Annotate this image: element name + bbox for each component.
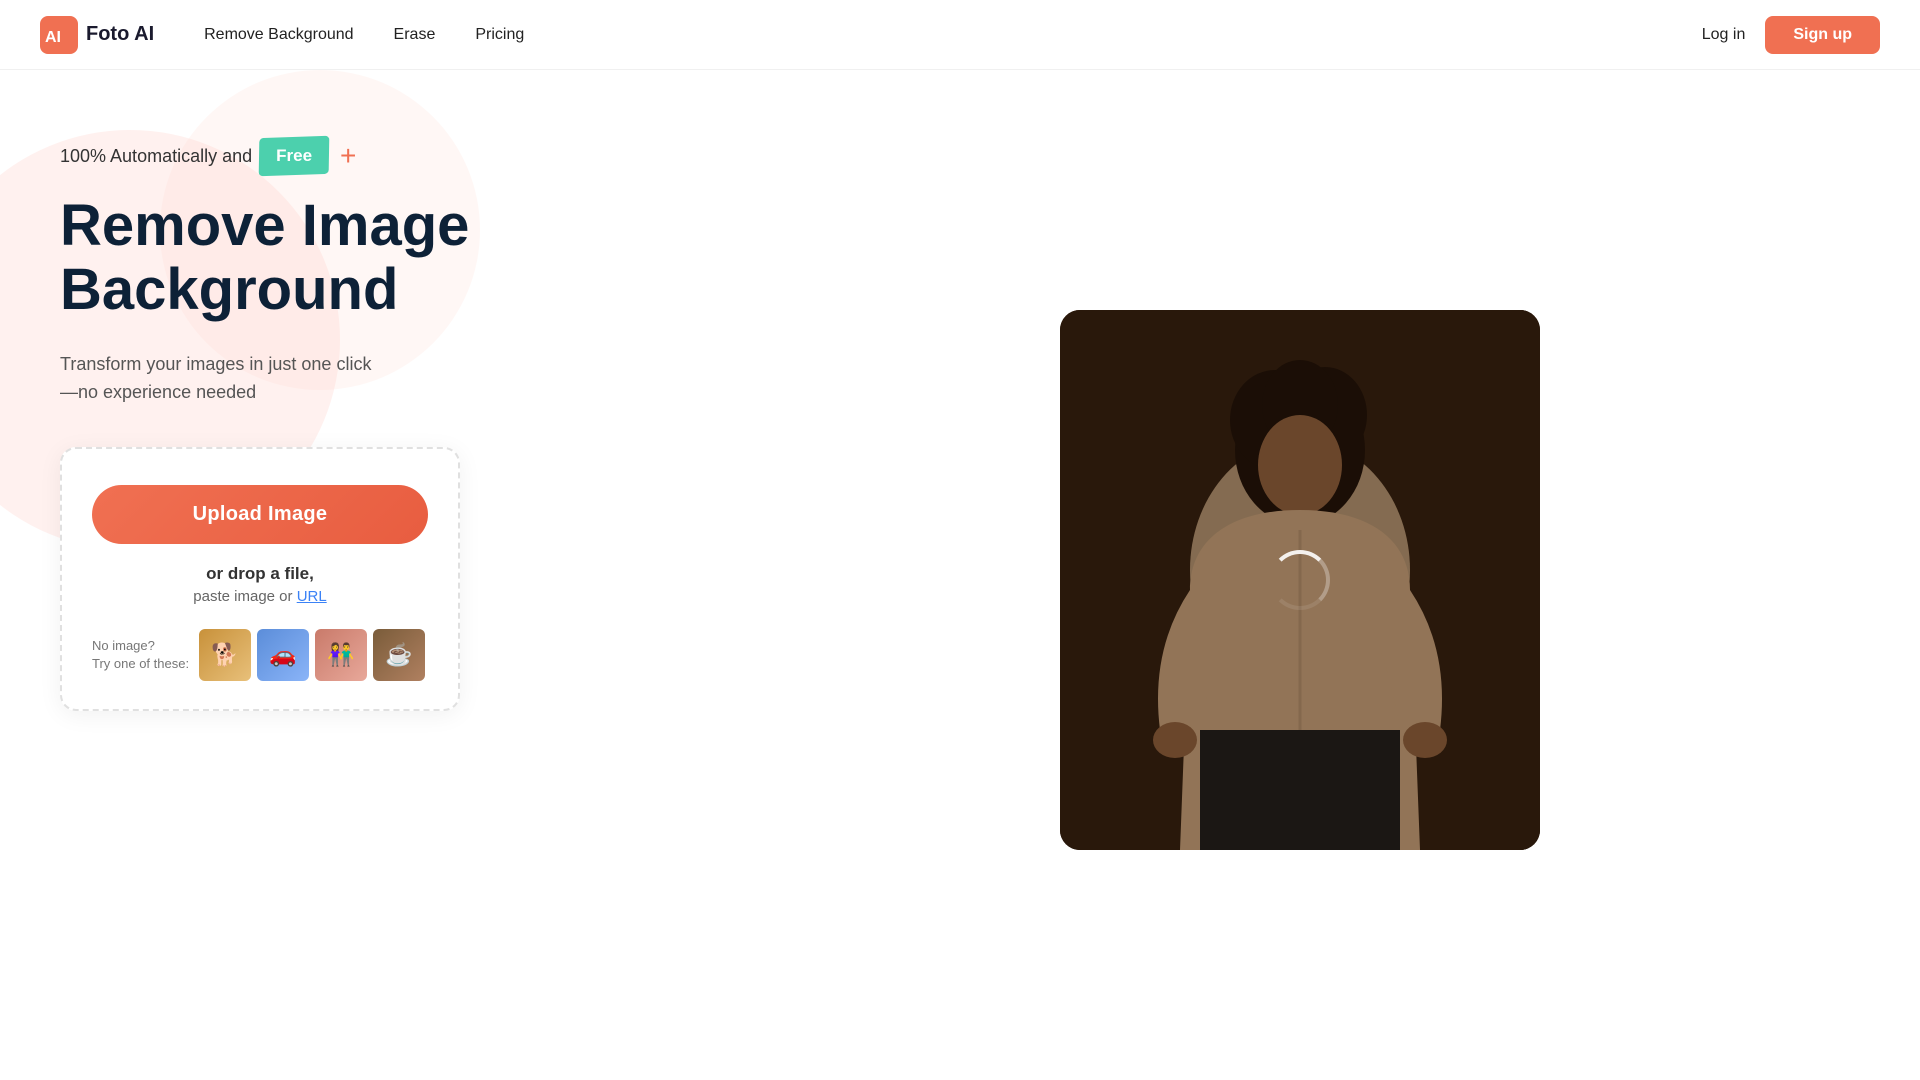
paste-text: paste image or URL: [92, 588, 428, 605]
left-column: 100% Automatically and Free + Remove Ima…: [60, 110, 740, 1040]
sample-thumb-car[interactable]: 🚗: [257, 629, 309, 681]
sample-images-row: No image? Try one of these: 🐕 🚗 👫 ☕: [92, 629, 428, 681]
nav-links: Remove Background Erase Pricing: [204, 26, 1702, 44]
sample-label: No image? Try one of these:: [92, 637, 189, 673]
hero-title: Remove Image Background: [60, 194, 740, 322]
spinner-ring: [1270, 550, 1330, 610]
thumb-couple-inner: 👫: [315, 629, 367, 681]
sample-thumbs: 🐕 🚗 👫 ☕: [199, 629, 425, 681]
nav-erase[interactable]: Erase: [394, 26, 436, 44]
drop-text: or drop a file,: [92, 564, 428, 584]
tagline-row: 100% Automatically and Free +: [60, 140, 740, 172]
logo-icon: AI: [40, 16, 78, 54]
url-link[interactable]: URL: [297, 588, 327, 605]
hero-subtitle: Transform your images in just one click—…: [60, 350, 460, 408]
free-badge-label: Free: [262, 142, 326, 170]
thumb-car-inner: 🚗: [257, 629, 309, 681]
loading-spinner: [1270, 550, 1330, 610]
plus-icon: +: [340, 140, 356, 172]
nav-remove-background[interactable]: Remove Background: [204, 26, 353, 44]
svg-text:AI: AI: [45, 29, 61, 46]
sample-thumb-couple[interactable]: 👫: [315, 629, 367, 681]
free-badge: Free: [262, 142, 326, 170]
sample-thumb-coffee[interactable]: ☕: [373, 629, 425, 681]
brand-name: Foto AI: [86, 23, 154, 46]
navbar: AI Foto AI Remove Background Erase Prici…: [0, 0, 1920, 70]
nav-right: Log in Sign up: [1702, 16, 1880, 54]
upload-image-button[interactable]: Upload Image: [92, 485, 428, 544]
right-column: [740, 110, 1860, 1040]
paste-label: paste image or: [193, 588, 292, 605]
nav-pricing[interactable]: Pricing: [475, 26, 524, 44]
no-image-text: No image?: [92, 638, 155, 653]
sample-thumb-dog[interactable]: 🐕: [199, 629, 251, 681]
hero-image-container: [1060, 310, 1540, 850]
thumb-coffee-inner: ☕: [373, 629, 425, 681]
try-these-text: Try one of these:: [92, 656, 189, 671]
thumb-dog-inner: 🐕: [199, 629, 251, 681]
upload-box: Upload Image or drop a file, paste image…: [60, 447, 460, 711]
login-button[interactable]: Log in: [1702, 26, 1746, 44]
logo-area[interactable]: AI Foto AI: [40, 16, 154, 54]
hero-image-background: [1060, 310, 1540, 850]
hero-title-line1: Remove Image: [60, 193, 469, 258]
tagline-text: 100% Automatically and: [60, 146, 252, 167]
hero-title-line2: Background: [60, 257, 398, 322]
signup-button[interactable]: Sign up: [1765, 16, 1880, 54]
main-content: 100% Automatically and Free + Remove Ima…: [0, 70, 1920, 1080]
